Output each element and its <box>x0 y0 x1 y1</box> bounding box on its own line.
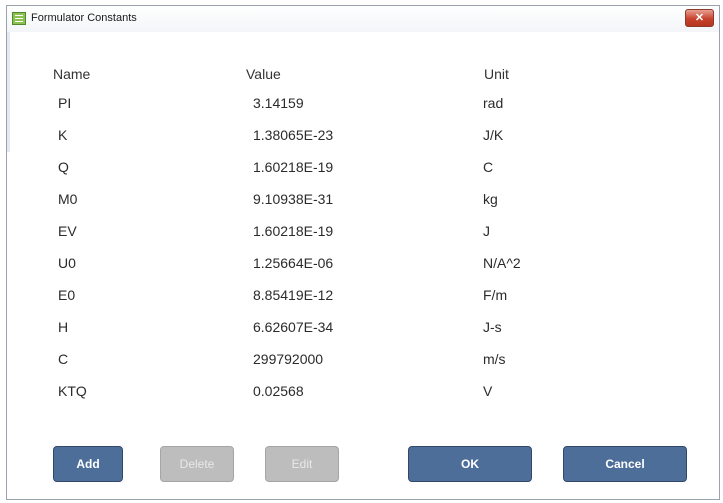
delete-button[interactable]: Delete <box>160 446 234 482</box>
constant-value: 1.60218E-19 <box>253 223 334 239</box>
table-header: Name Value Unit <box>53 61 613 93</box>
edit-button[interactable]: Edit <box>265 446 339 482</box>
table-row[interactable]: E0 8.85419E-12 F/m <box>53 285 613 317</box>
constant-unit: J/K <box>483 127 504 143</box>
table-row[interactable]: K 1.38065E-23 J/K <box>53 125 613 157</box>
constant-unit: V <box>483 383 493 399</box>
constant-name: M0 <box>58 191 78 207</box>
constant-name: PI <box>58 95 72 111</box>
constant-value: 9.10938E-31 <box>253 191 334 207</box>
constant-unit: J-s <box>483 319 502 335</box>
constant-unit: m/s <box>483 351 506 367</box>
constant-value: 1.25664E-06 <box>253 255 334 271</box>
constants-table: Name Value Unit PI 3.14159 rad K 1.38065… <box>53 61 613 413</box>
constant-name: E0 <box>58 287 76 303</box>
table-row[interactable]: U0 1.25664E-06 N/A^2 <box>53 253 613 285</box>
constant-name: H <box>58 319 69 335</box>
constant-value: 6.62607E-34 <box>253 319 334 335</box>
close-button[interactable]: ✕ <box>685 9 714 27</box>
ok-button[interactable]: OK <box>408 446 532 482</box>
window-title: Formulator Constants <box>31 12 137 24</box>
constant-value: 299792000 <box>253 351 324 367</box>
table-row[interactable]: PI 3.14159 rad <box>53 93 613 125</box>
constant-value: 1.38065E-23 <box>253 127 334 143</box>
header-unit[interactable]: Unit <box>484 66 509 82</box>
left-edge-strip <box>7 32 10 152</box>
app-icon <box>12 12 26 25</box>
formulator-constants-dialog: Formulator Constants ✕ Name Value Unit P… <box>6 5 720 500</box>
table-row[interactable]: KTQ 0.02568 V <box>53 381 613 413</box>
constant-unit: C <box>483 159 494 175</box>
constant-name: K <box>58 127 68 143</box>
table-row[interactable]: M0 9.10938E-31 kg <box>53 189 613 221</box>
table-row[interactable]: Q 1.60218E-19 C <box>53 157 613 189</box>
header-name[interactable]: Name <box>53 66 90 82</box>
constant-value: 1.60218E-19 <box>253 159 334 175</box>
cancel-button[interactable]: Cancel <box>563 446 687 482</box>
header-value[interactable]: Value <box>246 66 281 82</box>
constant-value: 3.14159 <box>253 95 304 111</box>
table-row[interactable]: H 6.62607E-34 J-s <box>53 317 613 349</box>
constant-value: 0.02568 <box>253 383 304 399</box>
constant-unit: F/m <box>483 287 508 303</box>
constant-value: 8.85419E-12 <box>253 287 334 303</box>
constant-unit: rad <box>483 95 504 111</box>
constant-unit: kg <box>483 191 498 207</box>
constant-name: Q <box>58 159 69 175</box>
constant-unit: J <box>483 223 490 239</box>
constant-name: U0 <box>58 255 76 271</box>
table-row[interactable]: EV 1.60218E-19 J <box>53 221 613 253</box>
add-button[interactable]: Add <box>53 446 123 482</box>
table-row[interactable]: C 299792000 m/s <box>53 349 613 381</box>
constant-name: C <box>58 351 69 367</box>
title-bar[interactable]: Formulator Constants ✕ <box>7 6 719 32</box>
constant-unit: N/A^2 <box>483 255 521 271</box>
constant-name: KTQ <box>58 383 87 399</box>
constant-name: EV <box>58 223 77 239</box>
